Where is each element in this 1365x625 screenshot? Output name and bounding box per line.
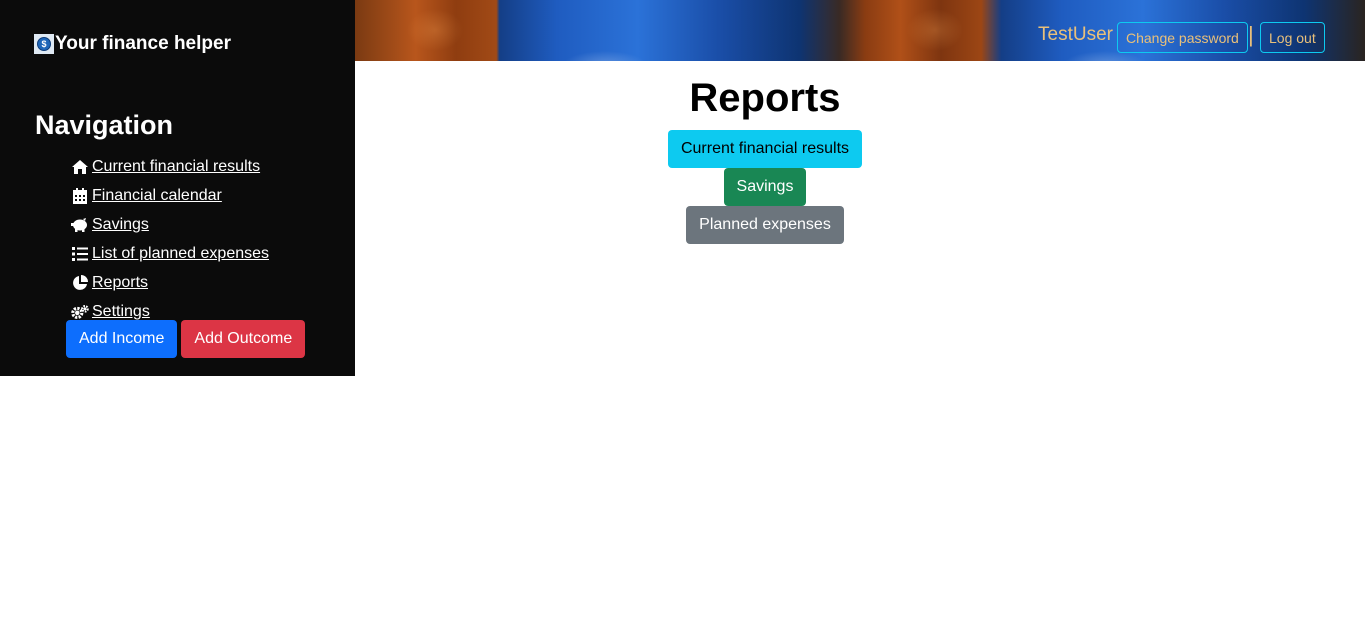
nav-link-savings[interactable]: Savings — [71, 216, 149, 234]
nav-link-financial-calendar[interactable]: Financial calendar — [71, 187, 222, 205]
sidebar-item-planned-expenses: List of planned expenses — [71, 239, 269, 268]
add-income-button[interactable]: Add Income — [66, 320, 178, 358]
header-banner: TestUser Change password | Log out — [355, 0, 1365, 61]
current-results-report-button[interactable]: Current financial results — [667, 130, 863, 168]
sidebar-actions: Add Income Add Outcome — [66, 320, 306, 358]
sidebar-item-reports: Reports — [71, 268, 269, 297]
brand-title: Your finance helper — [55, 33, 231, 54]
sidebar-item-current-results: Current financial results — [71, 152, 269, 181]
sidebar: $ Your finance helper Navigation Current… — [0, 0, 355, 376]
dollar-coin-icon: $ — [34, 34, 54, 54]
coin-glyph: $ — [37, 37, 51, 51]
sidebar-item-savings: Savings — [71, 210, 269, 239]
home-icon — [71, 159, 89, 175]
planned-expenses-report-button[interactable]: Planned expenses — [686, 206, 844, 244]
nav-label: Savings — [92, 215, 149, 233]
savings-report-button[interactable]: Savings — [723, 168, 807, 206]
change-password-button[interactable]: Change password — [1117, 22, 1248, 53]
calendar-icon — [71, 187, 89, 204]
nav-label: Settings — [92, 302, 150, 320]
username-label: TestUser — [1038, 24, 1113, 45]
nav-link-settings[interactable]: Settings — [71, 303, 150, 321]
nav-link-reports[interactable]: Reports — [71, 274, 148, 292]
nav-label: Current financial results — [92, 157, 261, 175]
nav-label: Financial calendar — [92, 186, 222, 204]
pie-chart-icon — [71, 274, 89, 291]
page-title: Reports — [689, 76, 841, 120]
nav-link-current-results[interactable]: Current financial results — [71, 158, 260, 176]
nav-heading: Navigation — [35, 110, 174, 140]
nav-list: Current financial results Financial cale… — [71, 152, 269, 326]
list-icon — [71, 246, 89, 262]
header-separator: | — [1248, 22, 1254, 47]
logout-button[interactable]: Log out — [1260, 22, 1325, 53]
report-buttons: Current financial results Savings Planne… — [355, 130, 1175, 244]
sidebar-item-financial-calendar: Financial calendar — [71, 181, 269, 210]
brand[interactable]: $ Your finance helper — [34, 33, 231, 55]
nav-label: List of planned expenses — [92, 244, 270, 262]
nav-link-planned-expenses[interactable]: List of planned expenses — [71, 245, 269, 263]
add-outcome-button[interactable]: Add Outcome — [181, 320, 306, 358]
piggy-bank-icon — [71, 217, 89, 233]
nav-label: Reports — [92, 273, 149, 291]
gears-icon — [71, 304, 89, 320]
